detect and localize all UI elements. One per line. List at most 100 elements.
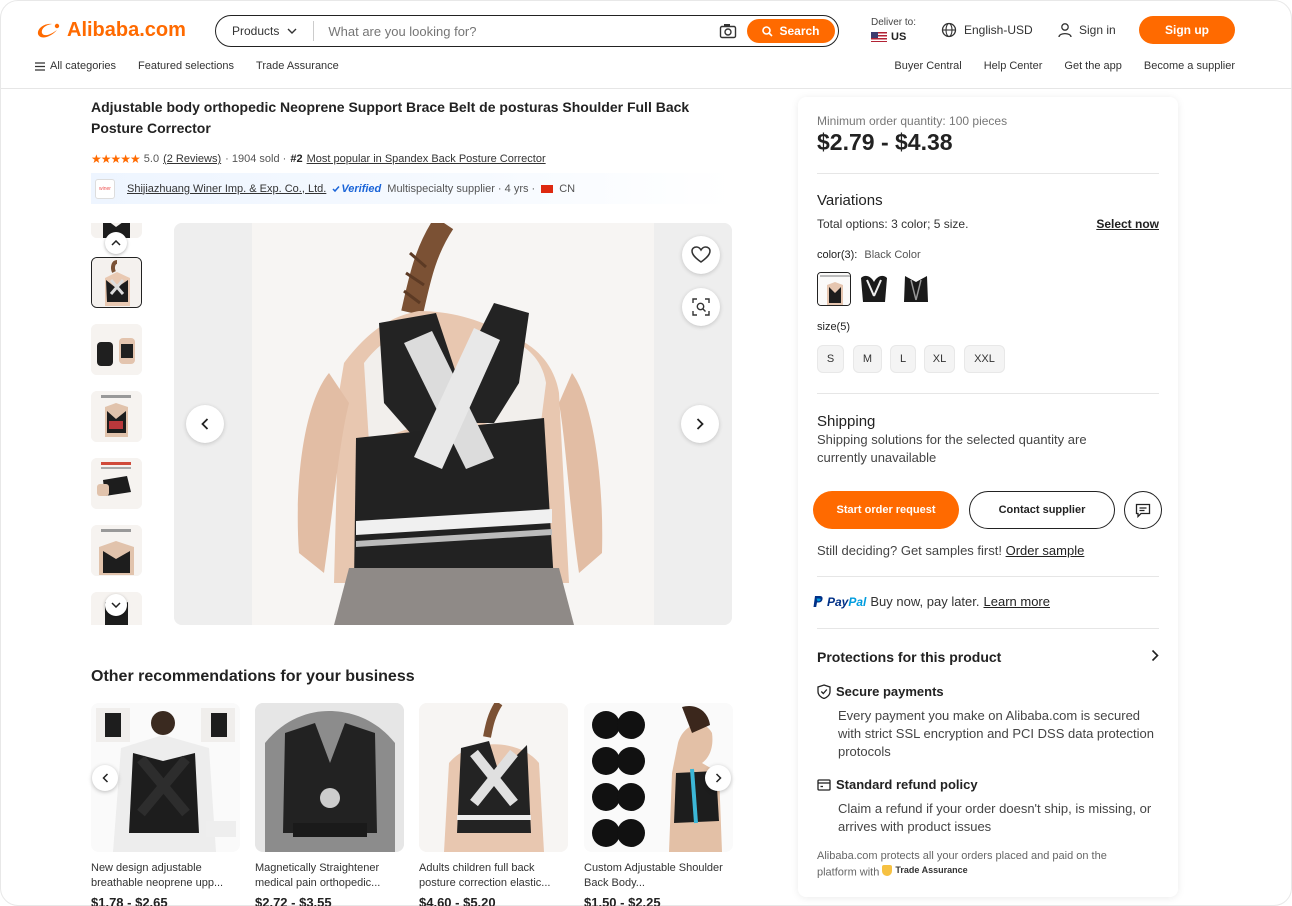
us-flag-icon — [871, 32, 887, 42]
favorite-button[interactable] — [682, 236, 720, 274]
nav-featured-selections[interactable]: Featured selections — [138, 60, 234, 72]
chat-button[interactable] — [1124, 491, 1162, 529]
alibaba-logo[interactable]: Alibaba.com — [35, 19, 186, 42]
nav-get-the-app[interactable]: Get the app — [1064, 60, 1122, 72]
image-search-icon[interactable] — [719, 23, 737, 39]
color-swatch-selected[interactable] — [817, 272, 851, 306]
chevron-right-icon — [715, 773, 722, 783]
nav-trade-assurance[interactable]: Trade Assurance — [256, 60, 339, 72]
divider — [817, 393, 1159, 394]
image-search-button[interactable] — [682, 288, 720, 326]
supplier-bar: winer Shijiazhuang Winer Imp. & Exp. Co.… — [91, 173, 732, 204]
recommendation-price: $1.50 - $2.25 — [584, 895, 661, 906]
secure-payments-text: Every payment you make on Alibaba.com is… — [838, 708, 1155, 759]
recommendation-card[interactable]: New design adjustable breathable neopren… — [91, 703, 240, 906]
divider — [817, 628, 1159, 629]
size-option-s[interactable]: S — [817, 345, 844, 373]
shield-check-icon — [817, 684, 831, 699]
rating-stars-icon: ★★★★★ — [91, 152, 141, 166]
language-selector[interactable]: English-USD — [941, 22, 1033, 38]
refund-policy-title: Standard refund policy — [836, 777, 978, 792]
thumbnails-scroll-up[interactable] — [105, 232, 127, 254]
select-now-link[interactable]: Select now — [1096, 217, 1159, 231]
image-next-button[interactable] — [681, 405, 719, 443]
paypal-text: Buy now, pay later. — [870, 594, 980, 609]
search-input[interactable] — [314, 23, 719, 39]
chevron-up-icon — [111, 240, 121, 246]
nav-become-supplier[interactable]: Become a supplier — [1144, 60, 1235, 72]
sign-up-button[interactable]: Sign up — [1139, 16, 1235, 44]
color-swatch[interactable] — [899, 272, 933, 306]
color-swatch[interactable] — [857, 272, 891, 306]
samples-text: Still deciding? Get samples first! — [817, 543, 1002, 558]
size-option-m[interactable]: M — [853, 345, 882, 373]
menu-icon — [35, 61, 45, 71]
recommendation-card[interactable]: Custom Adjustable Shoulder Back Body... … — [584, 703, 733, 906]
recommendations-next-button[interactable] — [705, 765, 731, 791]
globe-icon — [941, 22, 957, 38]
search-category-select[interactable]: Products — [216, 21, 315, 41]
total-options: Total options: 3 color; 5 size. — [817, 217, 968, 231]
start-order-request-button[interactable]: Start order request — [813, 491, 959, 529]
nav-help-center[interactable]: Help Center — [984, 60, 1043, 72]
rating-value: 5.0 — [143, 153, 160, 165]
refund-card-icon — [817, 778, 831, 791]
search-button[interactable]: Search — [747, 19, 835, 43]
divider — [817, 173, 1159, 174]
product-meta: ★★★★★ 5.0 (2 Reviews) · 1904 sold · #2 M… — [91, 152, 546, 166]
minimum-order-quantity: Minimum order quantity: 100 pieces — [817, 114, 1008, 128]
recommendations-prev-button[interactable] — [92, 765, 118, 791]
trade-assurance-note: Alibaba.com protects all your orders pla… — [817, 849, 1147, 880]
size-option-xl[interactable]: XL — [924, 345, 955, 373]
image-prev-button[interactable] — [186, 405, 224, 443]
order-panel: Minimum order quantity: 100 pieces $2.79… — [798, 97, 1178, 897]
color-heading: color(3): Black Color — [817, 249, 921, 261]
recommendation-card[interactable]: Adults children full back posture correc… — [419, 703, 568, 906]
reviews-link[interactable]: (2 Reviews) — [163, 153, 221, 165]
refund-policy-heading: Standard refund policy — [817, 777, 978, 792]
paypal-logo: PayPal — [827, 594, 867, 609]
recommendation-card[interactable]: Magnetically Straightener medical pain o… — [255, 703, 404, 906]
secure-payments-title: Secure payments — [836, 684, 944, 699]
visual-search-icon — [692, 298, 710, 316]
thumbnail[interactable] — [91, 391, 142, 442]
chevron-down-icon — [287, 28, 297, 34]
supplier-name-link[interactable]: Shijiazhuang Winer Imp. & Exp. Co., Ltd. — [127, 183, 326, 195]
total-options-value: 3 color; 5 size. — [891, 217, 969, 231]
size-option-l[interactable]: L — [890, 345, 916, 373]
search-button-label: Search — [779, 24, 820, 38]
recommendation-name: Magnetically Straightener medical pain o… — [255, 862, 381, 889]
shipping-text: Shipping solutions for the selected quan… — [817, 432, 1087, 465]
all-categories-menu[interactable]: All categories — [35, 60, 116, 72]
learn-more-link[interactable]: Learn more — [984, 594, 1050, 609]
language-label: English-USD — [964, 23, 1033, 37]
protections-title[interactable]: Protections for this product — [817, 649, 1001, 665]
total-options-label: Total options: — [817, 217, 888, 231]
supplier-type: Multispecialty supplier · 4 yrs · — [387, 182, 536, 195]
deliver-to[interactable]: Deliver to: US — [871, 16, 916, 44]
recommendation-image — [255, 703, 404, 852]
trade-assurance-shield-icon — [882, 864, 893, 876]
shipping-title: Shipping — [817, 413, 876, 430]
thumbnail[interactable] — [91, 458, 142, 509]
search-icon — [762, 25, 774, 37]
thumbnail[interactable] — [91, 324, 142, 375]
chevron-right-icon — [696, 418, 704, 430]
nav-buyer-central[interactable]: Buyer Central — [894, 60, 961, 72]
thumbnail-selected[interactable] — [91, 257, 142, 308]
trade-assurance-badge[interactable]: Trade Assurance — [882, 863, 968, 877]
supplier-country: CN — [559, 182, 576, 195]
main-product-image[interactable] — [174, 223, 732, 625]
heart-icon — [691, 246, 711, 263]
thumbnails-scroll-down[interactable] — [105, 594, 127, 616]
sign-in-link[interactable]: Sign in — [1057, 22, 1116, 38]
recommendation-name: Custom Adjustable Shoulder Back Body... — [584, 862, 723, 889]
chevron-right-icon[interactable] — [1151, 649, 1159, 662]
rank-category-link[interactable]: Most popular in Spandex Back Posture Cor… — [307, 153, 546, 165]
price-range: $2.79 - $4.38 — [817, 129, 953, 155]
deliver-label: Deliver to: — [871, 17, 917, 28]
thumbnail[interactable] — [91, 525, 142, 576]
size-option-xxl[interactable]: XXL — [964, 345, 1005, 373]
order-sample-link[interactable]: Order sample — [1006, 543, 1085, 558]
contact-supplier-button[interactable]: Contact supplier — [969, 491, 1115, 529]
